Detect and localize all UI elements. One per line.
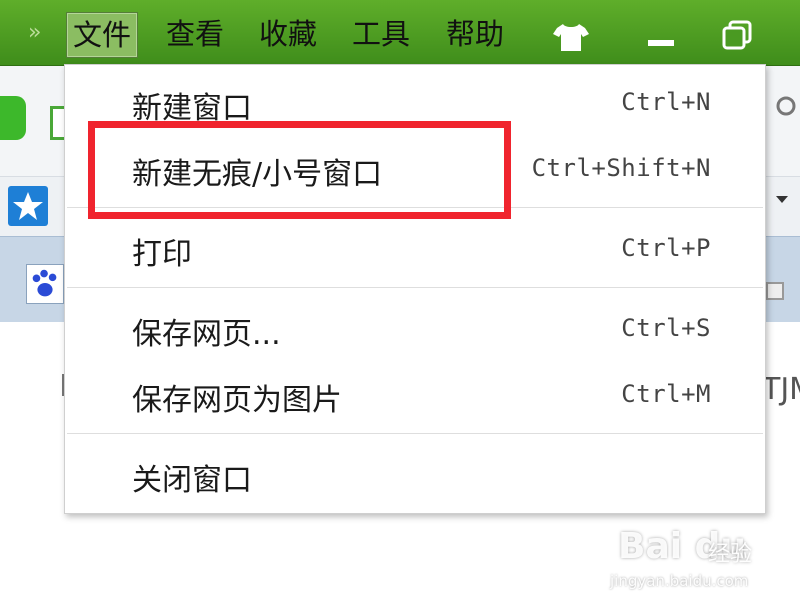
minimize-icon[interactable] bbox=[648, 40, 674, 46]
menu-item-close-window[interactable]: 关闭窗口 bbox=[65, 443, 765, 503]
watermark-sub: 经验 bbox=[708, 542, 753, 567]
watermark-url: jingyan.baidu.com bbox=[610, 572, 749, 590]
menu-item-shortcut: Ctrl+Shift+N bbox=[531, 154, 711, 182]
search-icon[interactable] bbox=[766, 90, 796, 130]
menu-separator bbox=[67, 287, 763, 288]
menu-help[interactable]: 帮助 bbox=[440, 12, 510, 58]
menu-separator bbox=[67, 433, 763, 434]
menu-favorites[interactable]: 收藏 bbox=[253, 12, 323, 58]
menu-item-label: 保存网页... bbox=[132, 317, 281, 352]
menu-item-save-page-as-image[interactable]: 保存网页为图片 Ctrl+M bbox=[65, 363, 765, 423]
menu-file[interactable]: 文件 bbox=[66, 12, 139, 58]
menu-tools[interactable]: 工具 bbox=[346, 12, 416, 58]
refresh-icon[interactable] bbox=[0, 96, 26, 140]
tab-lock-icon bbox=[766, 282, 784, 300]
menu-item-label: 打印 bbox=[132, 237, 192, 272]
baidu-jingyan-watermark: Bai du 经验 jingyan.baidu.com bbox=[610, 514, 800, 600]
star-icon[interactable] bbox=[8, 186, 48, 226]
overflow-chevron-icon[interactable]: » bbox=[28, 20, 41, 45]
restore-icon[interactable] bbox=[722, 20, 752, 50]
menu-item-shortcut: Ctrl+S bbox=[621, 314, 711, 342]
annotation-highlight-box bbox=[88, 121, 511, 219]
menu-item-save-page[interactable]: 保存网页... Ctrl+S bbox=[65, 297, 765, 357]
partial-page-text: TJM bbox=[762, 372, 800, 407]
menu-bar: » 文件 查看 收藏 工具 帮助 bbox=[0, 0, 800, 66]
menu-item-shortcut: Ctrl+P bbox=[621, 234, 711, 262]
menu-item-label: 关闭窗口 bbox=[132, 463, 252, 498]
paw-icon[interactable] bbox=[26, 264, 64, 304]
tshirt-icon[interactable] bbox=[553, 22, 589, 52]
menu-item-shortcut: Ctrl+M bbox=[621, 380, 711, 408]
bookmarks-dropdown-arrow-icon[interactable] bbox=[776, 196, 788, 203]
menu-view[interactable]: 查看 bbox=[160, 12, 230, 58]
menu-item-label: 保存网页为图片 bbox=[132, 383, 342, 418]
menu-item-print[interactable]: 打印 Ctrl+P bbox=[65, 217, 765, 277]
menu-item-shortcut: Ctrl+N bbox=[621, 88, 711, 116]
